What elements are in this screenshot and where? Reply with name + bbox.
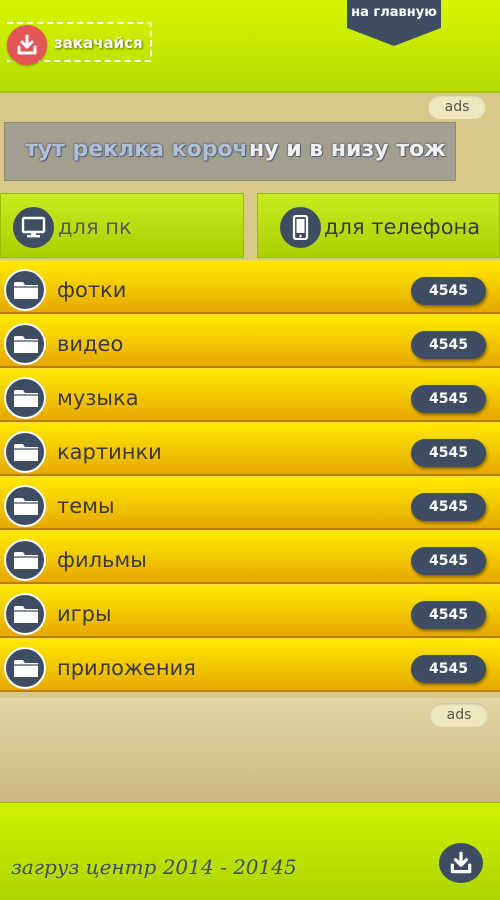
category-row-music[interactable]: музыка 4545 [0, 368, 500, 422]
folder-icon [4, 431, 46, 473]
banner-text-right: ну и в низу тож [249, 137, 447, 162]
logo-button[interactable]: закачайся [7, 22, 152, 65]
banner-text-left: тут реклка короч [25, 137, 248, 162]
category-label: фотки [57, 278, 127, 302]
bottom-ad-area [0, 698, 500, 802]
folder-icon [4, 593, 46, 635]
ads-badge-bottom[interactable]: ads [430, 703, 488, 727]
category-label: музыка [57, 386, 139, 410]
category-label: темы [57, 494, 115, 518]
download-icon[interactable] [439, 843, 483, 883]
category-label: игры [57, 602, 112, 626]
folder-icon [4, 539, 46, 581]
phone-icon [280, 207, 321, 248]
download-icon [7, 25, 47, 65]
folder-icon [4, 647, 46, 689]
tab-pc-label: для пк [58, 215, 132, 239]
count-badge: 4545 [411, 547, 486, 575]
folder-icon [4, 377, 46, 419]
folder-icon [4, 323, 46, 365]
footer: загруз центр 2014 - 20145 [0, 802, 500, 900]
count-badge: 4545 [411, 385, 486, 413]
category-label: картинки [57, 440, 162, 464]
category-row-photos[interactable]: фотки 4545 [0, 260, 500, 314]
monitor-icon [13, 207, 54, 248]
count-badge: 4545 [411, 655, 486, 683]
category-label: приложения [57, 656, 196, 680]
count-badge: 4545 [411, 601, 486, 629]
home-link[interactable]: на главную [347, 0, 441, 46]
category-row-films[interactable]: фильмы 4545 [0, 530, 500, 584]
footer-text: загруз центр 2014 - 20145 [11, 855, 297, 879]
count-badge: 4545 [411, 277, 486, 305]
category-row-games[interactable]: игры 4545 [0, 584, 500, 638]
category-label: фильмы [57, 548, 147, 572]
tab-pc[interactable]: для пк [0, 193, 244, 258]
header: закачайся на главную [0, 0, 500, 93]
category-row-themes[interactable]: темы 4545 [0, 476, 500, 530]
tab-phone[interactable]: для телефона [257, 193, 500, 258]
ads-badge-top[interactable]: ads [428, 95, 486, 119]
category-row-video[interactable]: видео 4545 [0, 314, 500, 368]
category-label: видео [57, 332, 124, 356]
tab-phone-label: для телефона [324, 215, 481, 239]
logo-label: закачайся [54, 34, 143, 52]
folder-icon [4, 269, 46, 311]
category-row-pictures[interactable]: картинки 4545 [0, 422, 500, 476]
category-row-apps[interactable]: приложения 4545 [0, 638, 500, 692]
count-badge: 4545 [411, 493, 486, 521]
home-link-label: на главную [351, 5, 437, 20]
folder-icon [4, 485, 46, 527]
count-badge: 4545 [411, 331, 486, 359]
count-badge: 4545 [411, 439, 486, 467]
ad-banner[interactable]: тут реклка короч ну и в низу тож [4, 122, 456, 181]
